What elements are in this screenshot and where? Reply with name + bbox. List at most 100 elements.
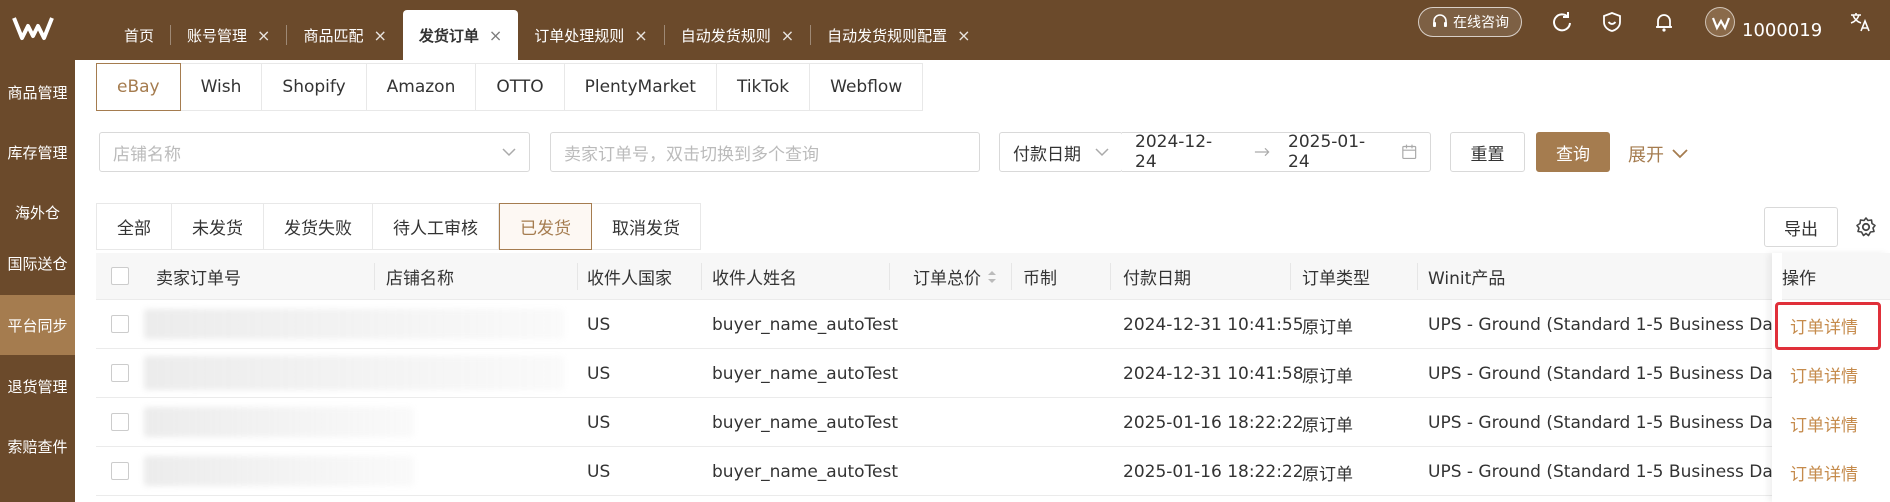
- column-divider: [889, 263, 890, 290]
- redacted-order-info: [144, 456, 414, 486]
- online-consult-button[interactable]: 在线咨询: [1418, 7, 1522, 37]
- expand-toggle[interactable]: 展开: [1628, 141, 1688, 167]
- row-checkbox[interactable]: [111, 413, 129, 431]
- platform-tabs: eBay Wish Shopify Amazon OTTO PlentyMark…: [96, 63, 924, 111]
- tab-home[interactable]: 首页: [108, 10, 170, 60]
- arrow-right-icon: [1254, 147, 1270, 157]
- date-start[interactable]: 2024-12-24: [1135, 132, 1226, 172]
- table-header: 卖家订单号 店铺名称 收件人国家 收件人姓名 订单总价 币制 付款日期 订单类型…: [96, 253, 1890, 300]
- table-row[interactable]: US buyer_name_autoTest 2025-01-16 18:22:…: [96, 399, 1890, 447]
- highlight-box: [1775, 302, 1881, 350]
- column-divider: [1110, 263, 1111, 290]
- user-logo-icon: [1711, 17, 1731, 31]
- column-seller-order-no: 卖家订单号: [156, 269, 241, 289]
- table-row[interactable]: US buyer_name_autoTest 2024-12-31 10:41:…: [96, 350, 1890, 398]
- redacted-order-info: [144, 356, 564, 390]
- status-tab-all[interactable]: 全部: [96, 203, 172, 250]
- close-icon[interactable]: ×: [957, 26, 970, 45]
- sidebar: 商品管理 库存管理 海外仓 国际送仓 平台同步 退货管理 索赔查件: [0, 60, 75, 502]
- platform-tab-plentymarket[interactable]: PlentyMarket: [564, 63, 717, 111]
- chevron-down-icon: [1672, 149, 1688, 159]
- close-icon[interactable]: ×: [634, 26, 647, 45]
- bell-icon[interactable]: [1652, 10, 1676, 34]
- sidebar-item-products[interactable]: 商品管理: [0, 62, 75, 122]
- tab-shipping-orders[interactable]: 发货订单 ×: [402, 10, 519, 60]
- status-tab-not-shipped[interactable]: 未发货: [172, 203, 264, 250]
- query-button[interactable]: 查询: [1536, 132, 1610, 172]
- store-select-placeholder: 店铺名称: [113, 144, 181, 165]
- column-divider: [1011, 263, 1012, 290]
- sidebar-item-intl-delivery[interactable]: 国际送仓: [0, 233, 75, 293]
- redacted-order-info: [144, 309, 564, 339]
- column-divider: [1290, 263, 1291, 290]
- column-divider: [577, 263, 578, 290]
- platform-tab-tiktok[interactable]: TikTok: [716, 63, 811, 111]
- order-detail-link[interactable]: 订单详情: [1790, 350, 1858, 398]
- sidebar-item-platform-sync[interactable]: 平台同步: [0, 295, 75, 355]
- status-tab-shipped[interactable]: 已发货: [499, 203, 592, 250]
- close-icon[interactable]: ×: [781, 26, 794, 45]
- avatar[interactable]: [1705, 7, 1735, 37]
- sidebar-item-returns[interactable]: 退货管理: [0, 356, 75, 416]
- store-select[interactable]: 店铺名称: [99, 132, 530, 172]
- date-range-picker[interactable]: 2024-12-24 2025-01-24: [1122, 132, 1431, 172]
- close-icon[interactable]: ×: [489, 26, 502, 45]
- order-number-input[interactable]: 卖家订单号，双击切换到多个查询: [550, 132, 980, 172]
- close-icon[interactable]: ×: [373, 26, 386, 45]
- order-detail-link[interactable]: 订单详情: [1790, 448, 1858, 496]
- help-icon[interactable]: [1600, 10, 1624, 34]
- row-checkbox[interactable]: [111, 462, 129, 480]
- column-divider: [701, 263, 702, 290]
- status-tabs: 全部 未发货 发货失败 待人工审核 已发货 取消发货: [96, 203, 701, 250]
- sidebar-item-inventory[interactable]: 库存管理: [0, 122, 75, 182]
- table-row[interactable]: US buyer_name_autoTest 2025-01-16 18:22:…: [96, 448, 1890, 496]
- select-all-checkbox[interactable]: [111, 267, 129, 285]
- tab-auto-ship-rule-config[interactable]: 自动发货规则配置 ×: [811, 10, 986, 60]
- order-number-placeholder: 卖家订单号，双击切换到多个查询: [564, 144, 819, 165]
- tab-order-rules[interactable]: 订单处理规则 ×: [518, 10, 663, 60]
- winit-logo-icon[interactable]: [12, 14, 54, 42]
- date-end[interactable]: 2025-01-24: [1288, 132, 1379, 172]
- tab-auto-ship-rules[interactable]: 自动发货规则 ×: [665, 10, 810, 60]
- translate-icon[interactable]: [1848, 10, 1872, 34]
- column-actions: 操作: [1782, 253, 1890, 300]
- column-order-type: 订单类型: [1302, 269, 1370, 289]
- order-detail-link[interactable]: 订单详情: [1790, 399, 1858, 447]
- chevron-down-icon: [1095, 148, 1109, 157]
- sort-icon[interactable]: [987, 269, 997, 285]
- gear-icon[interactable]: [1855, 216, 1877, 238]
- reset-button[interactable]: 重置: [1450, 132, 1525, 172]
- refresh-icon[interactable]: [1550, 10, 1574, 34]
- column-order-total[interactable]: 订单总价: [913, 253, 997, 300]
- sidebar-item-claims[interactable]: 索赔查件: [0, 416, 75, 476]
- platform-tab-wish[interactable]: Wish: [180, 63, 263, 111]
- date-type-select[interactable]: 付款日期: [999, 132, 1123, 172]
- column-payment-date: 付款日期: [1123, 269, 1191, 289]
- close-icon[interactable]: ×: [257, 26, 270, 45]
- export-button[interactable]: 导出: [1764, 207, 1838, 247]
- calendar-icon: [1401, 144, 1416, 160]
- platform-tab-ebay[interactable]: eBay: [96, 63, 181, 111]
- tab-account-management[interactable]: 账号管理 ×: [171, 10, 286, 60]
- status-tab-ship-failed[interactable]: 发货失败: [264, 203, 373, 250]
- table-row[interactable]: US buyer_name_autoTest 2024-12-31 10:41:…: [96, 301, 1890, 349]
- headset-icon: [1433, 14, 1447, 27]
- platform-tab-otto[interactable]: OTTO: [476, 63, 565, 111]
- row-checkbox[interactable]: [111, 364, 129, 382]
- column-divider: [1417, 263, 1418, 290]
- actions-column: 操作 订单详情 订单详情 订单详情 订单详情: [1772, 253, 1890, 502]
- top-bar: 首页 账号管理 × 商品匹配 × 发货订单 × 订单处理规则 × 自动发货规则 × 自动发…: [0, 0, 1890, 60]
- user-id[interactable]: 1000019: [1742, 20, 1822, 41]
- platform-tab-amazon[interactable]: Amazon: [366, 63, 477, 111]
- platform-tab-webflow[interactable]: Webflow: [810, 63, 924, 111]
- status-tab-cancelled[interactable]: 取消发货: [592, 203, 701, 250]
- redacted-order-info: [144, 407, 414, 437]
- status-tab-pending-review[interactable]: 待人工审核: [373, 203, 499, 250]
- tab-product-matching[interactable]: 商品匹配 ×: [287, 10, 402, 60]
- row-checkbox[interactable]: [111, 315, 129, 333]
- chevron-down-icon: [502, 148, 516, 157]
- column-store-name: 店铺名称: [386, 269, 454, 289]
- page-tabs: 首页 账号管理 × 商品匹配 × 发货订单 × 订单处理规则 × 自动发货规则 × 自动发…: [108, 10, 987, 60]
- platform-tab-shopify[interactable]: Shopify: [262, 63, 367, 111]
- column-recipient-country: 收件人国家: [587, 269, 672, 289]
